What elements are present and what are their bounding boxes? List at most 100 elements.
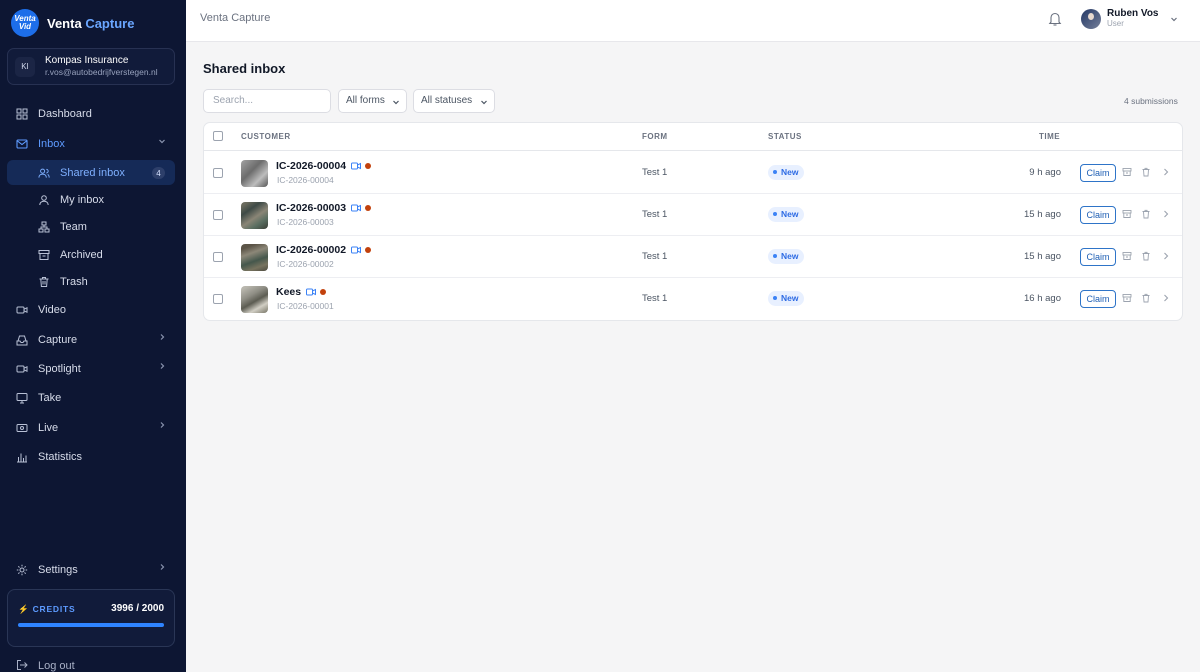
nav-inbox[interactable]: Inbox: [7, 131, 175, 156]
top-bar: Venta Capture Ruben Vos User: [186, 0, 1200, 42]
status-badge: New: [768, 291, 805, 306]
customer-name-text: IC-2026-00004: [276, 160, 347, 172]
avatar: [1081, 8, 1101, 29]
nav-video[interactable]: Video: [7, 297, 175, 322]
users-icon: [38, 167, 50, 179]
org-badge: KI: [15, 56, 35, 77]
header-customer[interactable]: CUSTOMER: [241, 132, 291, 141]
statuses-filter-label: All statuses: [421, 95, 473, 106]
nav-settings-label: Settings: [38, 563, 78, 576]
time-ago: 15 h ago: [1024, 209, 1061, 220]
chevron-down-icon: [158, 137, 166, 145]
nav-statistics-label: Statistics: [38, 450, 83, 463]
inbox-icon: [16, 138, 28, 150]
customer-name[interactable]: IC-2026-00003: [276, 202, 372, 214]
main-content: Shared inbox Search... All forms All sta…: [186, 42, 1200, 672]
nav-trash[interactable]: Trash: [7, 269, 175, 294]
table-row[interactable]: IC-2026-00003 IC-2026-00003 Test 1 New 1…: [204, 194, 1182, 236]
trash-icon[interactable]: [1141, 251, 1151, 261]
header-form[interactable]: FORM: [642, 132, 668, 141]
status-dot: [365, 163, 372, 170]
user-menu[interactable]: Ruben Vos User: [1081, 8, 1178, 29]
nav-team-label: Team: [60, 220, 87, 233]
claim-button[interactable]: Claim: [1080, 164, 1116, 182]
customer-name-text: IC-2026-00003: [276, 202, 347, 214]
user-role: User: [1107, 19, 1124, 28]
table-row[interactable]: Kees IC-2026-00001 Test 1 New 16 h ago C…: [204, 278, 1182, 320]
chevron-right-icon[interactable]: [1161, 251, 1171, 261]
customer-name[interactable]: Kees: [276, 286, 327, 298]
nav-spotlight[interactable]: Spotlight: [7, 356, 175, 381]
chevron-right-icon: [158, 362, 166, 370]
archive-icon[interactable]: [1122, 167, 1132, 177]
trash-icon[interactable]: [1141, 167, 1151, 177]
nav-live[interactable]: Live: [7, 415, 175, 440]
row-checkbox[interactable]: [213, 168, 223, 178]
form-name: Test 1: [642, 167, 668, 178]
page-title: Shared inbox: [203, 61, 286, 76]
customer-name[interactable]: IC-2026-00002: [276, 244, 372, 256]
row-checkbox[interactable]: [213, 252, 223, 262]
status-badge: New: [768, 207, 805, 222]
nav-statistics[interactable]: Statistics: [7, 444, 175, 469]
nav-archived[interactable]: Archived: [7, 242, 175, 267]
table-header: CUSTOMER FORM STATUS TIME: [204, 123, 1182, 151]
nav-dashboard[interactable]: Dashboard: [7, 101, 175, 126]
trash-icon[interactable]: [1141, 293, 1151, 303]
trash-icon: [38, 276, 50, 288]
customer-id: IC-2026-00004: [277, 175, 334, 185]
status-dot: [320, 289, 327, 296]
nav-team[interactable]: Team: [7, 214, 175, 239]
statuses-filter-select[interactable]: All statuses: [413, 89, 495, 113]
select-all-checkbox[interactable]: [213, 131, 223, 141]
claim-button[interactable]: Claim: [1080, 248, 1116, 266]
chevron-right-icon[interactable]: [1161, 167, 1171, 177]
nav-shared-inbox[interactable]: Shared inbox 4: [7, 160, 175, 185]
search-input[interactable]: Search...: [203, 89, 331, 113]
claim-button[interactable]: Claim: [1080, 206, 1116, 224]
nav-settings[interactable]: Settings: [7, 557, 175, 582]
chevron-right-icon: [158, 333, 166, 341]
table-row[interactable]: IC-2026-00004 IC-2026-00004 Test 1 New 9…: [204, 152, 1182, 194]
nav-capture[interactable]: Capture: [7, 327, 175, 352]
chevron-right-icon[interactable]: [1161, 293, 1171, 303]
customer-name[interactable]: IC-2026-00004: [276, 160, 372, 172]
nav-archived-label: Archived: [60, 248, 103, 261]
nav-capture-label: Capture: [38, 333, 78, 346]
logout-label: Log out: [38, 660, 75, 672]
header-status[interactable]: STATUS: [768, 132, 802, 141]
nav-take[interactable]: Take: [7, 385, 175, 410]
brand[interactable]: Venta Vid Venta Capture: [11, 9, 134, 37]
bell-icon[interactable]: [1048, 11, 1062, 27]
brand-name-part2: Capture: [85, 15, 135, 31]
table-row[interactable]: IC-2026-00002 IC-2026-00002 Test 1 New 1…: [204, 236, 1182, 278]
brand-name-part1: Venta: [47, 15, 82, 31]
archive-icon[interactable]: [1122, 293, 1132, 303]
form-name: Test 1: [642, 209, 668, 220]
nav-my-inbox[interactable]: My inbox: [7, 187, 175, 212]
archive-icon[interactable]: [1122, 209, 1132, 219]
nav-video-label: Video: [38, 303, 66, 316]
submission-thumbnail: [241, 202, 268, 229]
video-icon: [351, 246, 362, 254]
row-checkbox[interactable]: [213, 294, 223, 304]
org-email: r.vos@autobedrijfverstegen.nl: [45, 67, 158, 77]
team-network-icon: [38, 221, 50, 233]
gear-icon: [16, 564, 28, 576]
claim-button[interactable]: Claim: [1080, 290, 1116, 308]
header-time[interactable]: TIME: [1039, 132, 1060, 141]
status-badge: New: [768, 165, 805, 180]
status-dot: [365, 247, 372, 254]
org-switcher[interactable]: KI Kompas Insurance r.vos@autobedrijfver…: [7, 48, 175, 85]
video-icon: [351, 162, 362, 170]
nav-shared-inbox-label: Shared inbox: [60, 166, 125, 179]
row-checkbox[interactable]: [213, 210, 223, 220]
logout-icon: [16, 659, 28, 672]
archive-icon[interactable]: [1122, 251, 1132, 261]
chevron-right-icon[interactable]: [1161, 209, 1171, 219]
forms-filter-select[interactable]: All forms: [338, 89, 407, 113]
trash-icon[interactable]: [1141, 209, 1151, 219]
chevron-right-icon: [158, 421, 166, 429]
submissions-count: 4 submissions: [1124, 96, 1178, 106]
logout-button[interactable]: Log out: [7, 654, 175, 672]
